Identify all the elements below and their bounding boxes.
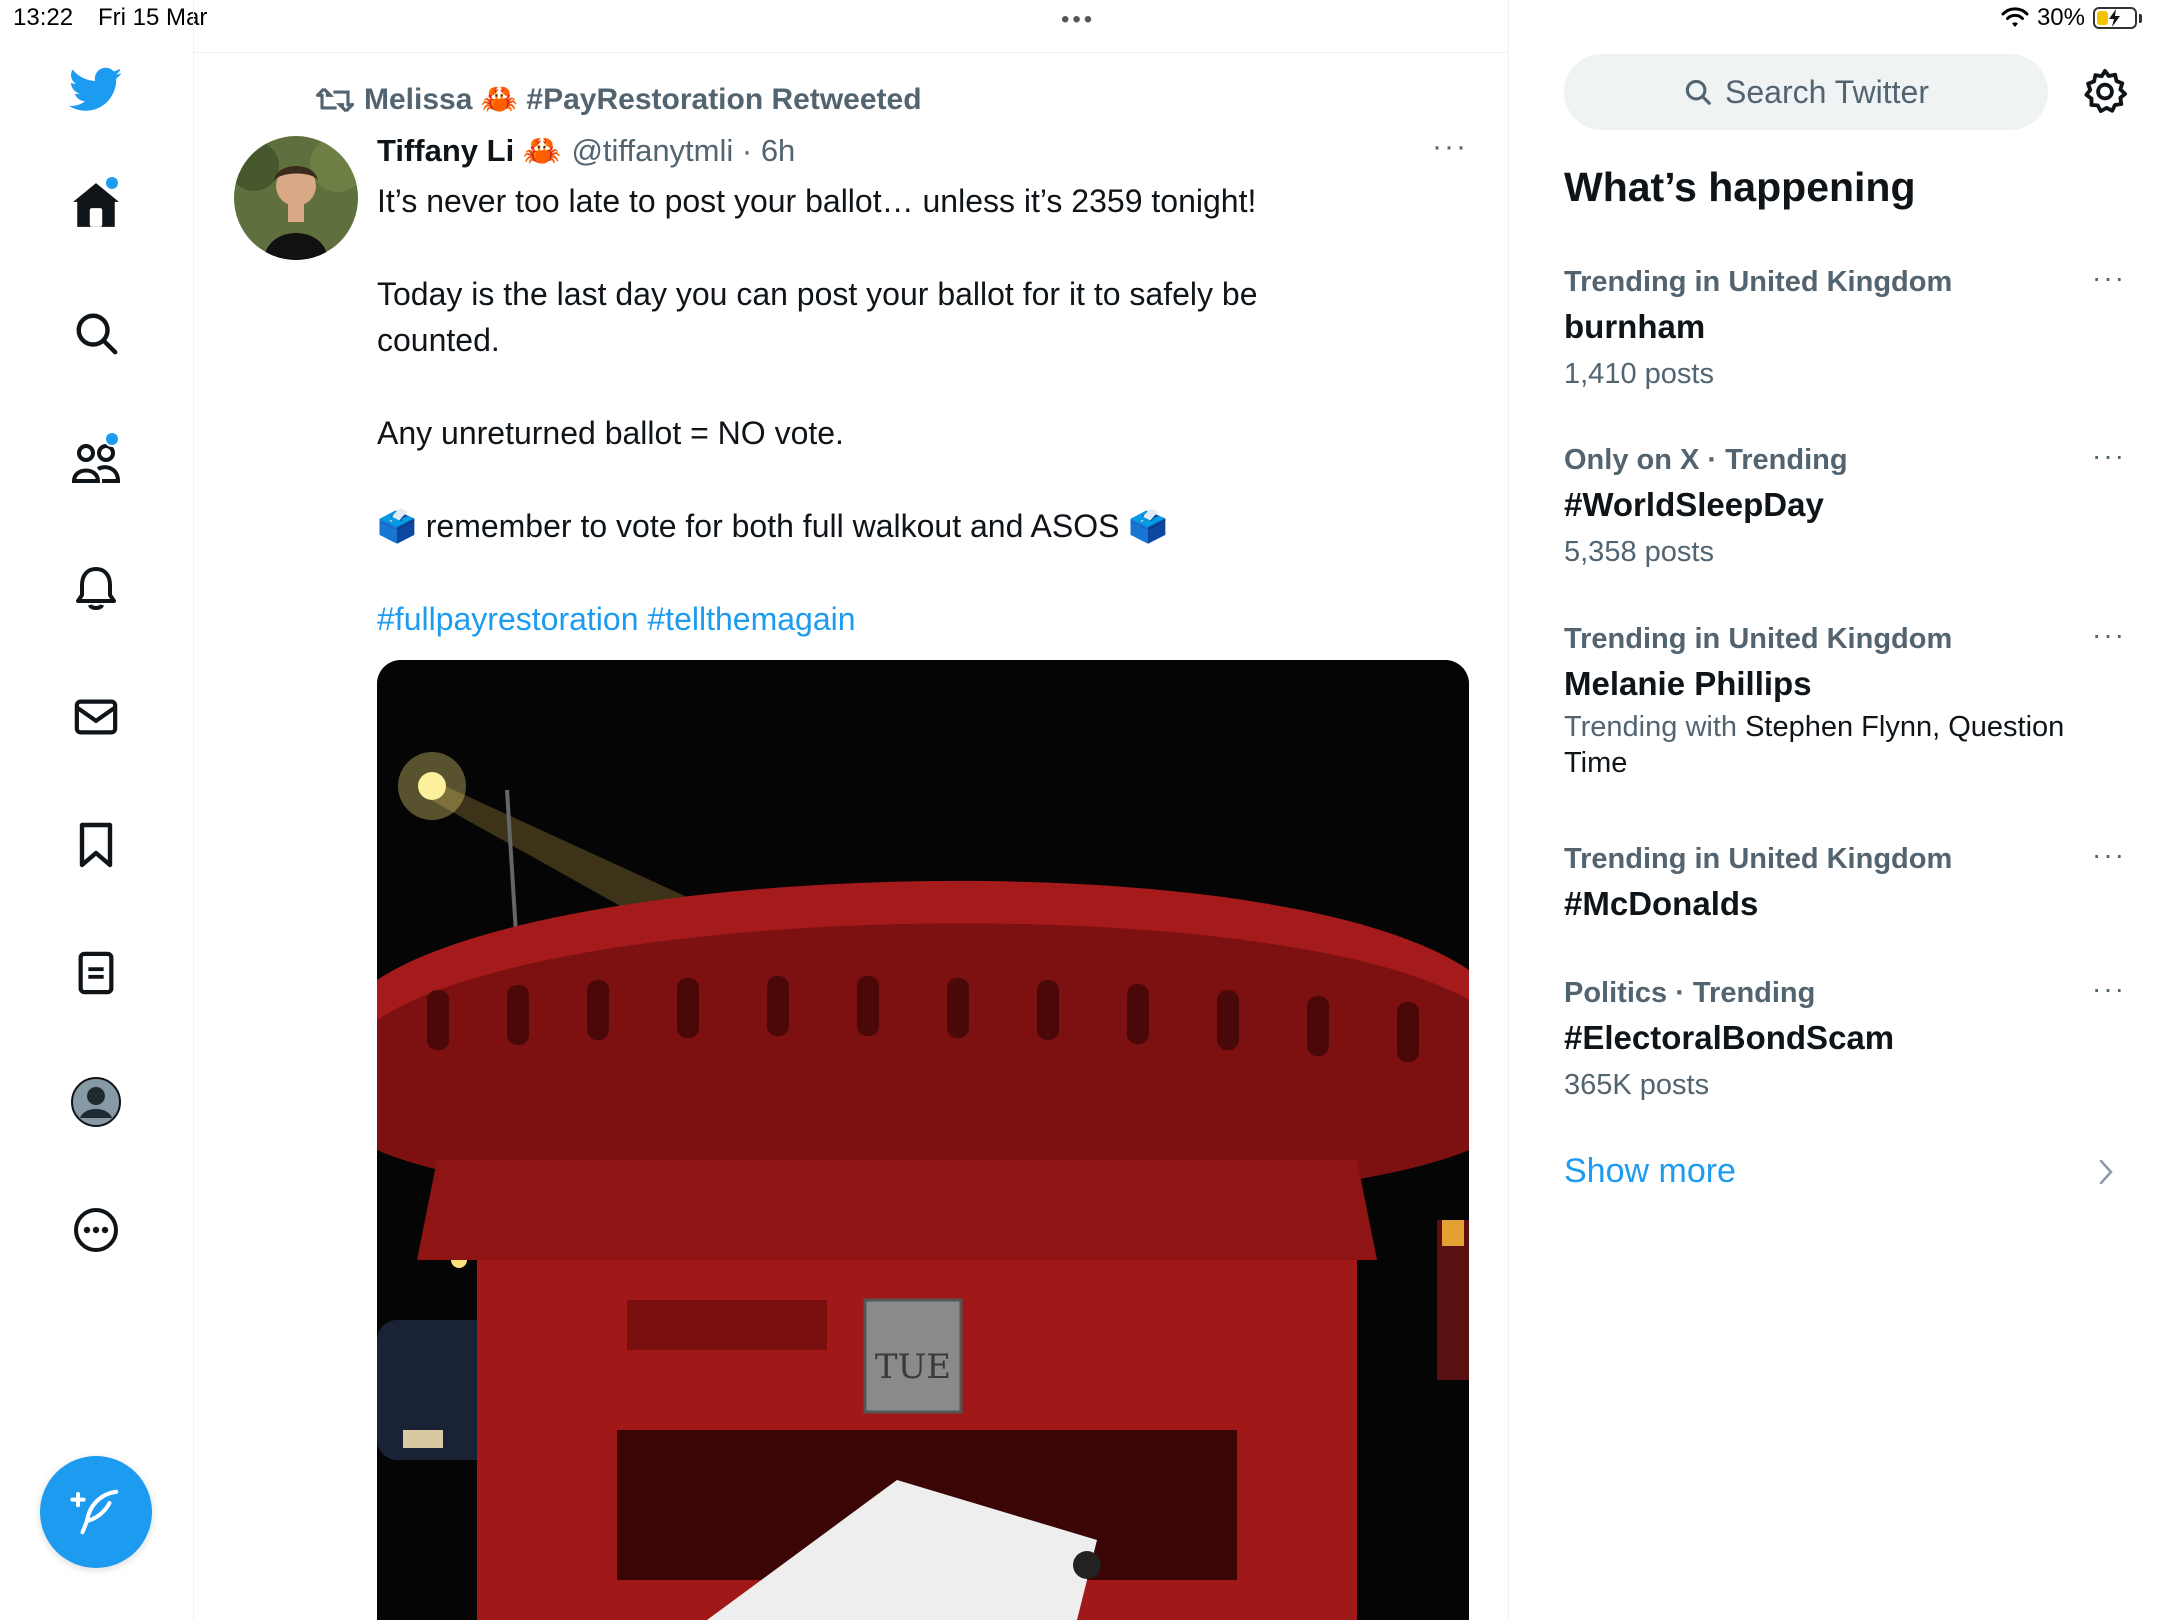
trend-context: Trending in United Kingdom bbox=[1564, 623, 1953, 655]
trend-context: Trending in United Kingdom bbox=[1564, 843, 1953, 875]
home-icon[interactable] bbox=[66, 175, 126, 235]
tweet-header: Tiffany Li 🦀 @tiffanytmli · 6h bbox=[377, 132, 795, 169]
author-handle-time[interactable]: @tiffanytmli · 6h bbox=[571, 133, 795, 169]
trend-more-button[interactable]: ··· bbox=[2092, 619, 2126, 651]
tweet-paragraph: Today is the last day you can post your … bbox=[377, 276, 1258, 358]
settings-gear-icon[interactable] bbox=[2082, 68, 2128, 114]
lists-icon[interactable] bbox=[66, 943, 126, 1003]
multitask-menu[interactable]: ••• bbox=[1061, 6, 1095, 34]
notifications-icon[interactable] bbox=[66, 559, 126, 619]
collection-plate-text: TUE bbox=[875, 1347, 951, 1387]
author-name[interactable]: Tiffany Li 🦀 bbox=[377, 132, 561, 169]
communities-notification-dot bbox=[104, 431, 120, 447]
trend-count: 5,358 posts bbox=[1564, 536, 1714, 568]
more-icon[interactable] bbox=[66, 1200, 126, 1260]
trend-count: 365K posts bbox=[1564, 1069, 1710, 1101]
status-bar: 13:22 Fri 15 Mar ••• 30% bbox=[0, 0, 2160, 38]
trend-more-button[interactable]: ··· bbox=[2092, 262, 2126, 294]
profile-icon[interactable] bbox=[66, 1072, 126, 1132]
compose-button[interactable] bbox=[40, 1456, 152, 1568]
retweet-indicator[interactable]: Melissa 🦀 #PayRestoration Retweeted bbox=[316, 82, 922, 117]
show-more-link[interactable]: Show more bbox=[1564, 1152, 1736, 1191]
trend-more-button[interactable]: ··· bbox=[2092, 973, 2126, 1005]
search-icon[interactable] bbox=[66, 303, 126, 363]
tweet-text: It’s never too late to post your ballot…… bbox=[377, 178, 1337, 689]
search-input[interactable]: Search Twitter bbox=[1564, 54, 2048, 130]
tweet-paragraph: It’s never too late to post your ballot…… bbox=[377, 183, 1257, 219]
wifi-icon bbox=[2001, 7, 2029, 27]
bookmarks-icon[interactable] bbox=[66, 815, 126, 875]
trend-more-button[interactable]: ··· bbox=[2092, 839, 2126, 871]
trend-context: Only on X · Trending bbox=[1564, 444, 1848, 476]
home-notification-dot bbox=[104, 175, 120, 191]
battery-icon bbox=[2093, 7, 2137, 29]
chevron-right-icon bbox=[2099, 1159, 2113, 1185]
trend-name: Melanie Phillips bbox=[1564, 665, 1812, 702]
trend-context: Trending in United Kingdom bbox=[1564, 266, 1953, 298]
tweet-media-image[interactable]: TUE bbox=[377, 660, 1469, 1620]
search-icon bbox=[1685, 79, 1711, 105]
retweet-icon bbox=[316, 87, 354, 112]
trend-name: #ElectoralBondScam bbox=[1564, 1019, 1895, 1056]
tweet-hashtags[interactable]: #fullpayrestoration #tellthemagain bbox=[377, 596, 1337, 642]
trends-title: What’s happening bbox=[1564, 164, 1916, 210]
search-placeholder: Search Twitter bbox=[1725, 73, 1929, 110]
battery-percent: 30% bbox=[2036, 4, 2085, 31]
trend-more-button[interactable]: ··· bbox=[2092, 440, 2126, 472]
trend-count: 1,410 posts bbox=[1564, 358, 1714, 390]
left-navigation bbox=[0, 0, 194, 1620]
trend-name: burnham bbox=[1564, 308, 1706, 345]
battery-cap bbox=[2139, 13, 2142, 23]
trend-item[interactable]: Politics · Trending #ElectoralBondScam 3… bbox=[1564, 973, 2124, 1107]
column-divider bbox=[1508, 0, 1509, 1620]
trend-related: Trending with Stephen Flynn, Question Ti… bbox=[1564, 709, 2124, 781]
tweet-paragraph: 🗳️ remember to vote for both full walkou… bbox=[377, 508, 1169, 544]
trend-name: #WorldSleepDay bbox=[1564, 486, 1824, 523]
tweet-more-button[interactable]: ··· bbox=[1432, 130, 1468, 164]
messages-icon[interactable] bbox=[66, 687, 126, 747]
tweet-paragraph: Any unreturned ballot = NO vote. bbox=[377, 415, 844, 451]
trend-with-label: Trending with bbox=[1564, 711, 1738, 743]
compose-icon bbox=[70, 1489, 119, 1535]
communities-icon[interactable] bbox=[66, 431, 126, 491]
trend-context: Politics · Trending bbox=[1564, 977, 1816, 1009]
retweet-text: Melissa 🦀 #PayRestoration Retweeted bbox=[364, 83, 922, 116]
trend-name: #McDonalds bbox=[1564, 885, 1759, 922]
twitter-logo-icon[interactable] bbox=[66, 60, 126, 120]
avatar[interactable] bbox=[234, 136, 358, 260]
status-indicators: 30% bbox=[2001, 4, 2142, 32]
header-divider bbox=[194, 52, 1508, 53]
trend-item[interactable]: Trending in United Kingdom #McDonalds ··… bbox=[1564, 839, 2124, 929]
trend-item[interactable]: Only on X · Trending #WorldSleepDay 5,35… bbox=[1564, 440, 2124, 574]
trend-item[interactable]: Trending in United Kingdom burnham 1,410… bbox=[1564, 262, 2124, 396]
trend-item[interactable]: Trending in United Kingdom Melanie Phill… bbox=[1564, 619, 2124, 781]
